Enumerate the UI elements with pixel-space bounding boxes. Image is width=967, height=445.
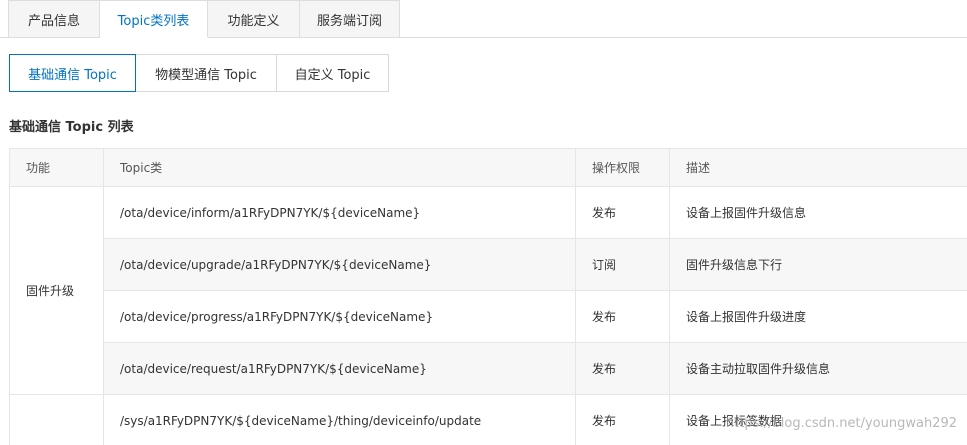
table-header-row: 功能 Topic类 操作权限 描述 [9, 148, 967, 187]
tab-function-definition[interactable]: 功能定义 [208, 0, 300, 38]
tab-server-subscription[interactable]: 服务端订阅 [300, 0, 400, 38]
feature-cell [9, 394, 104, 445]
header-description: 描述 [669, 148, 967, 187]
permission-cell: 发布 [575, 290, 670, 343]
description-cell: 设备上报固件升级信息 [669, 186, 967, 239]
topic-cell: /sys/a1RFyDPN7YK/${deviceName}/thing/dev… [103, 394, 576, 445]
topic-cell: /ota/device/upgrade/a1RFyDPN7YK/${device… [103, 238, 576, 291]
table-row: /ota/device/progress/a1RFyDPN7YK/${devic… [10, 290, 967, 343]
tab-product-info[interactable]: 产品信息 [8, 0, 100, 38]
subtab-basic-topic[interactable]: 基础通信 Topic [9, 54, 136, 92]
topic-table: 功能 Topic类 操作权限 描述 固件升级 /ota/device/infor… [9, 148, 967, 445]
topic-cell: /ota/device/progress/a1RFyDPN7YK/${devic… [103, 290, 576, 343]
table-row: /ota/device/request/a1RFyDPN7YK/${device… [10, 342, 967, 395]
topic-cell: /ota/device/inform/a1RFyDPN7YK/${deviceN… [103, 186, 576, 239]
topic-cell: /ota/device/request/a1RFyDPN7YK/${device… [103, 342, 576, 395]
subtab-thing-model-topic[interactable]: 物模型通信 Topic [136, 54, 277, 92]
watermark: https://blog.csdn.net/youngwah292 [725, 416, 957, 431]
sub-tab-bar: 基础通信 Topic 物模型通信 Topic 自定义 Topic [9, 54, 389, 92]
tab-topic-list[interactable]: Topic类列表 [100, 0, 208, 38]
header-permission: 操作权限 [575, 148, 670, 187]
permission-cell: 订阅 [575, 238, 670, 291]
description-cell: 固件升级信息下行 [669, 238, 967, 291]
feature-cell: 固件升级 [9, 186, 104, 395]
section-title: 基础通信 Topic 列表 [9, 120, 134, 135]
top-tab-bar: 产品信息 Topic类列表 功能定义 服务端订阅 [8, 0, 400, 38]
table-row: 固件升级 /ota/device/inform/a1RFyDPN7YK/${de… [9, 186, 967, 395]
description-cell: 设备主动拉取固件升级信息 [669, 342, 967, 395]
description-cell: 设备上报固件升级进度 [669, 290, 967, 343]
permission-cell: 发布 [575, 186, 670, 239]
header-topic: Topic类 [103, 148, 576, 187]
permission-cell: 发布 [575, 342, 670, 395]
table-row: /ota/device/upgrade/a1RFyDPN7YK/${device… [10, 238, 967, 291]
header-feature: 功能 [9, 148, 104, 187]
permission-cell: 发布 [575, 394, 670, 445]
subtab-custom-topic[interactable]: 自定义 Topic [277, 54, 389, 92]
